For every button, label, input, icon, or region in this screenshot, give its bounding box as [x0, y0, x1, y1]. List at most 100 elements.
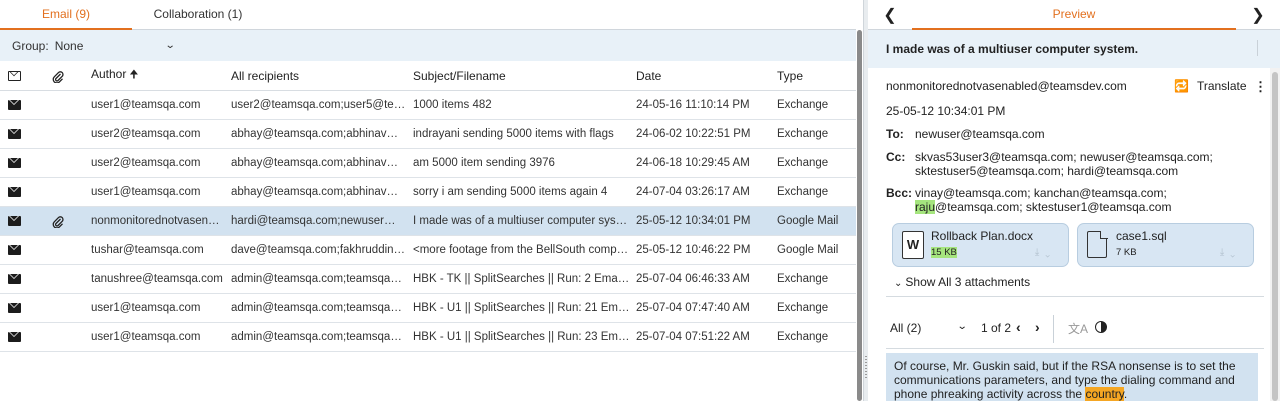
contrast-icon[interactable] — [1095, 321, 1107, 333]
recipients-column-header[interactable]: All recipients — [231, 69, 413, 83]
double-chevron-down-icon: ⌄ — [894, 278, 903, 289]
type-cell: Exchange — [777, 273, 829, 285]
keyword-highlight: country — [1085, 387, 1124, 401]
download-icon[interactable]: ⤓ — [1220, 247, 1230, 258]
chevron-down-icon: ⌄ — [165, 40, 176, 51]
translate-label: Translate — [1196, 79, 1247, 93]
email-grid-scrollbar[interactable] — [856, 30, 863, 401]
envelope-icon — [8, 71, 21, 82]
table-row[interactable]: nonmonitorednotvasenabled@teamsdev.comha… — [0, 207, 856, 236]
pager-label: 1 of 2 — [981, 321, 1012, 335]
chevron-down-icon[interactable]: ⌄ — [957, 321, 968, 332]
translate-button[interactable]: 🔁 Translate — [1174, 79, 1247, 93]
to-label: To: — [886, 127, 904, 141]
to-value: newuser@teamsqa.com — [915, 127, 1045, 141]
type-cell: Google Mail — [777, 244, 839, 256]
scrollbar-thumb[interactable] — [857, 30, 862, 401]
show-all-attachments-button[interactable]: ⌄ Show All 3 attachments — [894, 275, 1030, 289]
author-cell: user2@teamsqa.com — [91, 157, 201, 169]
author-column-header[interactable]: Author 🠉 — [91, 66, 231, 85]
bcc-value: vinay@teamsqa.com; kanchan@teamsqa.com; … — [915, 186, 1215, 214]
show-all-label: Show All 3 attachments — [905, 275, 1031, 289]
attachment-card[interactable]: case1.sql 7 KB ⤓⌄ — [1077, 223, 1254, 267]
pager-prev-icon[interactable]: ‹ — [1016, 319, 1021, 335]
chevron-down-icon[interactable]: ⌄ — [1045, 247, 1056, 258]
author-cell: user1@teamsqa.com — [91, 331, 201, 343]
attachment-name: Rollback Plan.docx — [931, 229, 1034, 243]
splitter-grip-icon[interactable] — [865, 356, 867, 378]
subject-cell: am 5000 item sending 3976 — [413, 157, 555, 169]
attachment-column-header[interactable] — [46, 68, 91, 83]
subject-cell: 1000 items 482 — [413, 99, 492, 111]
preview-title: Preview — [912, 0, 1236, 30]
date-cell: 24-06-02 10:22:51 PM — [636, 128, 751, 140]
tab-email[interactable]: Email (9) — [0, 0, 132, 30]
type-cell: Google Mail — [777, 215, 839, 227]
author-cell: tanushree@teamsqa.com — [91, 273, 223, 285]
preview-subject: I made was of a multiuser computer syste… — [886, 42, 1139, 56]
mail-cell — [0, 273, 46, 285]
mail-cell — [0, 244, 46, 256]
filter-select-value[interactable]: All (2) — [890, 321, 921, 335]
mail-cell — [0, 157, 46, 169]
subject-cell: HBK - U1 || SplitSearches || Run: 23 Ema… — [413, 331, 636, 343]
date-column-header[interactable]: Date — [636, 69, 777, 83]
attachment-name: case1.sql — [1116, 229, 1167, 243]
preview-body: nonmonitorednotvasenabled@teamsdev.com 🔁… — [868, 68, 1270, 401]
prev-email-button[interactable]: ❮ — [868, 5, 912, 25]
subject-column-header[interactable]: Subject/Filename — [413, 69, 636, 83]
type-column-header[interactable]: Type — [777, 69, 856, 83]
envelope-icon — [8, 302, 21, 313]
group-select[interactable]: None ⌄ — [55, 39, 176, 53]
attachment-card[interactable]: W Rollback Plan.docx 15 KB ⤓⌄ — [892, 223, 1069, 267]
more-options-icon[interactable]: ⋮ — [1254, 79, 1267, 95]
divider — [886, 296, 1264, 297]
type-cell: Exchange — [777, 302, 829, 314]
toolbar-divider — [1053, 315, 1054, 343]
table-row[interactable]: user1@teamsqa.com admin@teamsqa.com;teams… — [0, 323, 856, 352]
date-cell: 24-05-16 11:10:14 PM — [636, 99, 750, 111]
mail-column-header[interactable] — [0, 69, 46, 83]
recipients-cell: admin@teamsqa.com;teamsqa@teamsqa.com — [231, 331, 413, 343]
mail-cell — [0, 128, 46, 140]
pager-next-icon[interactable]: › — [1035, 319, 1040, 335]
table-row[interactable]: tushar@teamsqa.com dave@teamsqa.com;fakhr… — [0, 236, 856, 265]
envelope-icon — [8, 331, 21, 342]
bcc-text-pre: vinay@teamsqa.com; kanchan@teamsqa.com; — [915, 186, 1167, 200]
email-grid: Author 🠉 All recipients Subject/Filename … — [0, 61, 856, 352]
chevron-left-icon: ❮ — [883, 6, 897, 24]
type-cell: Exchange — [777, 331, 829, 343]
scrollbar-thumb[interactable] — [1272, 72, 1278, 401]
chevron-down-icon[interactable]: ⌄ — [1230, 247, 1241, 258]
table-row[interactable]: user1@teamsqa.com user2@teamsqa.com;user5… — [0, 91, 856, 120]
translate-text-icon[interactable]: 文A — [1068, 320, 1088, 337]
table-row[interactable]: user2@teamsqa.com abhay@teamsqa.com;abhin… — [0, 149, 856, 178]
mail-cell — [0, 215, 46, 227]
table-row[interactable]: user1@teamsqa.com admin@teamsqa.com;teams… — [0, 294, 856, 323]
body-text-post: . — [1123, 387, 1128, 401]
table-row[interactable]: user1@teamsqa.com abhay@teamsqa.com;abhin… — [0, 178, 856, 207]
table-row[interactable]: user2@teamsqa.com abhay@teamsqa.com;abhin… — [0, 120, 856, 149]
paperclip-icon — [52, 70, 64, 83]
date-cell: 25-07-04 07:51:22 AM — [636, 331, 750, 343]
next-email-button[interactable]: ❯ — [1236, 5, 1280, 25]
type-cell: Exchange — [777, 99, 829, 111]
envelope-icon — [8, 186, 21, 197]
mail-cell — [0, 99, 46, 111]
search-hit-highlight: raju — [915, 200, 936, 214]
date-cell: 25-07-04 06:46:33 AM — [636, 273, 750, 285]
preview-scrollbar[interactable] — [1270, 68, 1280, 401]
author-cell: user1@teamsqa.com — [91, 99, 201, 111]
date-cell: 25-05-12 10:46:22 PM — [636, 244, 751, 256]
envelope-icon — [8, 273, 21, 284]
author-cell: nonmonitorednotvasenabled@teamsdev.com — [91, 215, 231, 227]
table-row[interactable]: tanushree@teamsqa.com admin@teamsqa.com;t… — [0, 265, 856, 294]
download-icon[interactable]: ⤓ — [1035, 247, 1045, 258]
tab-collaboration[interactable]: Collaboration (1) — [132, 0, 264, 30]
divider — [886, 348, 1264, 349]
attachment-actions: ⤓⌄ — [1220, 247, 1241, 258]
envelope-icon — [8, 99, 21, 110]
grid-rows: user1@teamsqa.com user2@teamsqa.com;user5… — [0, 91, 856, 352]
author-cell: tushar@teamsqa.com — [91, 244, 204, 256]
recipients-cell: user2@teamsqa.com;user5@teamsqa.com — [231, 99, 413, 111]
